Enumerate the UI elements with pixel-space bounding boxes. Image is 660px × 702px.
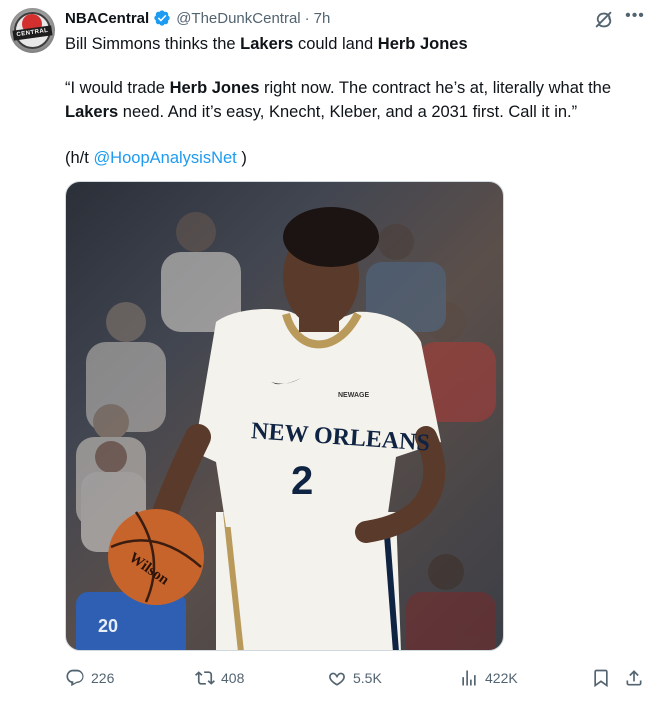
reply-count: 226 [91,670,115,686]
like-button[interactable]: 5.5K [327,666,382,690]
tweet-header: NBACentral @TheDunkCentral · 7h [65,8,330,28]
text-bold-lakers: Lakers [65,103,119,121]
player-photo-illustration: 20 NEW ORLEANS 2 NEWAGE Wilson [76,207,496,650]
reply-icon [66,669,84,687]
text-segment: (h/t [65,149,94,167]
avatar[interactable]: CENTRAL [10,8,55,53]
fan-jersey-number: 20 [98,616,118,636]
bookmark-button[interactable] [591,666,617,690]
repost-icon [195,671,215,685]
tweet-quote: “I would trade Herb Jones right now. The… [65,76,650,124]
repost-button[interactable]: 408 [195,666,244,690]
tweet-text-line1: Bill Simmons thinks the Lakers could lan… [65,32,650,56]
action-bar: 226 408 5.5K 422K [65,666,650,690]
reply-button[interactable]: 226 [65,666,114,690]
views-button[interactable]: 422K [459,666,518,690]
text-bold-herb-jones: Herb Jones [169,79,260,97]
share-button[interactable] [624,666,650,690]
handle[interactable]: @TheDunkCentral [176,10,300,27]
mention-link[interactable]: @HoopAnalysisNet [93,149,236,167]
timestamp[interactable]: 7h [314,10,331,27]
header-separator: · [304,9,310,27]
share-icon [626,670,642,686]
text-segment: right now. The contract he’s at, literal… [259,79,612,97]
grok-icon[interactable] [593,9,615,31]
jersey-sponsor: NEWAGE [338,392,369,399]
text-bold-lakers: Lakers [240,35,294,53]
heart-icon [329,672,345,686]
repost-count: 408 [221,670,245,686]
view-count: 422K [485,670,518,686]
verified-badge-icon [154,10,170,26]
views-icon [462,670,476,686]
jersey-number: 2 [291,459,313,503]
bookmark-icon [594,669,608,688]
display-name[interactable]: NBACentral [65,10,149,27]
text-bold-herb-jones: Herb Jones [377,35,468,53]
like-count: 5.5K [353,670,382,686]
tweet-credit: (h/t @HoopAnalysisNet ) [65,146,650,170]
text-segment: need. And it’s easy, Knecht, Kleber, and… [118,103,578,121]
text-segment: ) [236,149,247,167]
text-segment: Bill Simmons thinks the [65,35,241,53]
text-segment: “I would trade [65,79,170,97]
tweet-card[interactable]: CENTRAL NBACentral @TheDunkCentral · 7h … [0,0,660,702]
tweet-media-photo[interactable]: 20 NEW ORLEANS 2 NEWAGE Wilson [65,181,504,651]
text-segment: could land [293,35,378,53]
more-icon[interactable]: ••• [622,8,648,28]
